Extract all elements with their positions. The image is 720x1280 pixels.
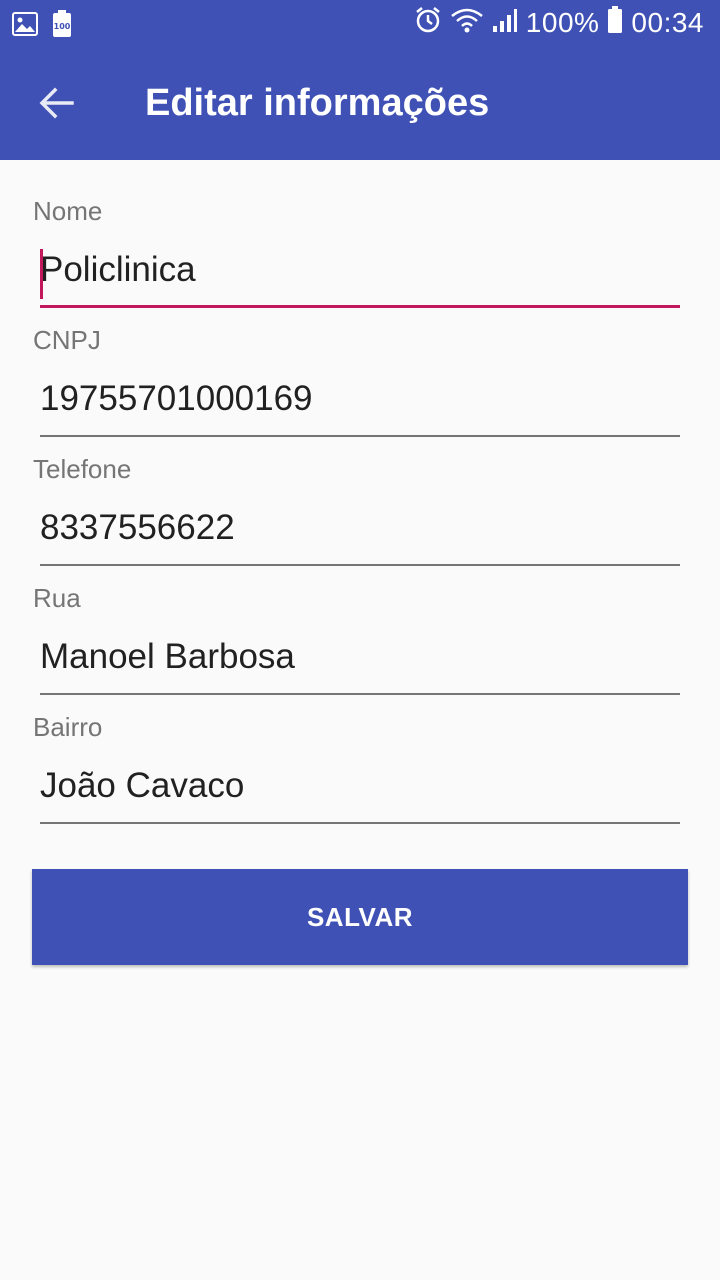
field-bairro: Bairro (0, 676, 720, 824)
status-bar: 100 100% 00:34 (0, 0, 720, 50)
battery-saver-icon: 100 (52, 10, 72, 43)
alarm-icon (414, 6, 442, 39)
clock: 00:34 (631, 6, 704, 38)
neighborhood-input[interactable] (40, 760, 680, 824)
wifi-icon (450, 6, 484, 39)
field-cnpj: CNPJ (0, 289, 720, 437)
signal-icon (492, 6, 518, 39)
arrow-back-icon (38, 87, 74, 124)
field-telefone: Telefone (0, 418, 720, 566)
field-rua: Rua (0, 547, 720, 695)
save-button[interactable]: SALVAR (32, 869, 688, 965)
battery-percent: 100% (525, 6, 600, 38)
toolbar: Editar informações (0, 50, 720, 160)
field-label: Rua (33, 583, 81, 613)
battery-icon (607, 6, 623, 39)
field-nome: Nome (0, 160, 720, 308)
svg-text:100: 100 (54, 22, 71, 31)
field-label: CNPJ (33, 325, 101, 355)
field-label: Nome (33, 196, 103, 226)
field-label: Telefone (33, 454, 132, 484)
page-title: Editar informações (145, 82, 490, 124)
app-bar: 100 100% 00:34 Editar informações (0, 0, 720, 160)
field-label: Bairro (33, 712, 103, 742)
image-icon (12, 12, 38, 41)
back-button[interactable] (28, 77, 84, 133)
